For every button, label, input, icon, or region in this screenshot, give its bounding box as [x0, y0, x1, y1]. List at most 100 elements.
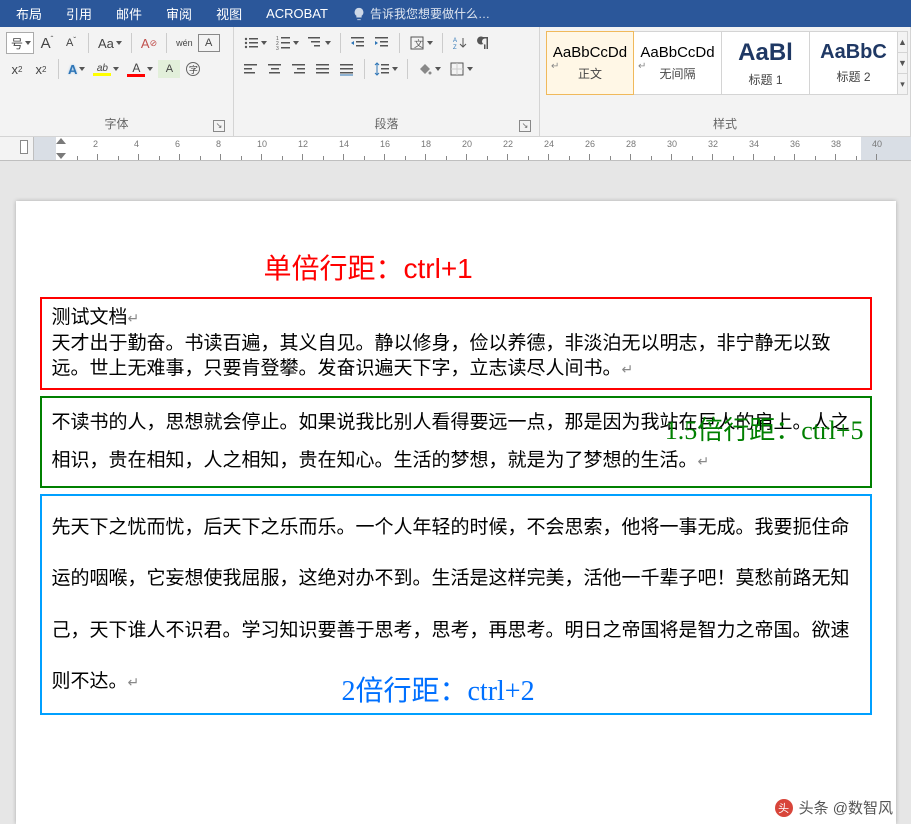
char-border-button[interactable]: A	[198, 34, 220, 52]
tab-acrobat[interactable]: ACROBAT	[254, 0, 340, 27]
credit-logo-icon: 头	[775, 799, 793, 817]
align-center-button[interactable]	[264, 58, 286, 80]
hanging-indent-marker[interactable]	[56, 153, 66, 159]
font-color-button[interactable]: A	[124, 58, 156, 80]
page[interactable]: 单倍行距：ctrl+1 测试文档↵ 天才出于勤奋。书读百遍，其义自见。静以修身，…	[16, 201, 896, 824]
dropdown-arrow-icon	[79, 67, 85, 71]
tab-mailings[interactable]: 邮件	[104, 0, 154, 27]
numbering-icon: 123	[275, 35, 291, 51]
style-sample: AaBbCcDd	[640, 44, 714, 61]
dialog-launcher-button[interactable]: ↘	[519, 120, 531, 132]
align-center-icon	[267, 61, 283, 77]
ruler: 246810121416182022242628303234363840	[0, 137, 911, 161]
gallery-more-button[interactable]: ▾	[898, 74, 907, 94]
styles-group: ↵ AaBbCcDd 正文 ↵ AaBbCcDd 无间隔 AaBl 标题 1 A…	[540, 27, 911, 136]
subscript-button[interactable]: x2	[30, 58, 52, 80]
numbering-button[interactable]: 123	[272, 32, 302, 54]
dropdown-arrow-icon	[325, 41, 331, 45]
callout-single-spacing: 单倍行距：ctrl+1	[264, 247, 473, 287]
line-spacing-icon	[374, 61, 390, 77]
align-distributed-button[interactable]	[336, 58, 358, 80]
svg-text:Z: Z	[453, 45, 457, 51]
tab-references[interactable]: 引用	[54, 0, 104, 27]
align-left-button[interactable]	[240, 58, 262, 80]
paragraph-1-5-spacing[interactable]: 1.5倍行距：ctrl+5 不读书的人，思想就会停止。如果说我比别人看得要远一点…	[40, 396, 872, 488]
tell-me-search[interactable]: 告诉我您想要做什么…	[340, 0, 502, 27]
dialog-launcher-button[interactable]: ↘	[213, 120, 225, 132]
horizontal-ruler[interactable]: 246810121416182022242628303234363840	[34, 137, 911, 160]
style-sample: AaBbC	[820, 41, 887, 64]
return-mark-icon: ↵	[128, 312, 140, 327]
outdent-icon	[350, 35, 366, 51]
svg-text:3: 3	[276, 46, 279, 51]
bullets-button[interactable]	[240, 32, 270, 54]
enclose-char-button[interactable]: 字	[182, 58, 204, 80]
style-normal[interactable]: ↵ AaBbCcDd 正文	[546, 31, 634, 95]
change-case-button[interactable]: Aa	[95, 32, 125, 54]
clear-formatting-button[interactable]: A⊘	[138, 32, 160, 54]
dropdown-arrow-icon	[293, 41, 299, 45]
lightbulb-icon	[352, 7, 366, 21]
phonetic-guide-button[interactable]: wén	[173, 32, 196, 54]
show-marks-button[interactable]	[473, 32, 495, 54]
style-heading2[interactable]: AaBbC 标题 2	[810, 31, 898, 95]
line-spacing-button[interactable]	[371, 58, 401, 80]
increase-indent-button[interactable]	[371, 32, 393, 54]
ribbon-tabs: 布局 引用 邮件 审阅 视图 ACROBAT 告诉我您想要做什么…	[0, 0, 911, 27]
styles-gallery: ↵ AaBbCcDd 正文 ↵ AaBbCcDd 无间隔 AaBl 标题 1 A…	[546, 31, 898, 95]
multilevel-icon	[307, 35, 323, 51]
paragraph-group: 123 文 AZ	[234, 27, 540, 136]
align-right-button[interactable]	[288, 58, 310, 80]
dropdown-arrow-icon	[261, 41, 267, 45]
sort-button[interactable]: AZ	[449, 32, 471, 54]
grow-font-button[interactable]: Aˆ	[36, 32, 58, 54]
dropdown-arrow-icon	[147, 67, 153, 71]
align-distributed-icon	[339, 61, 355, 77]
bullets-icon	[243, 35, 259, 51]
multilevel-list-button[interactable]	[304, 32, 334, 54]
align-right-icon	[291, 61, 307, 77]
highlight-button[interactable]: ab	[90, 58, 122, 80]
style-heading1[interactable]: AaBl 标题 1	[722, 31, 810, 95]
shrink-font-button[interactable]: Aˇ	[60, 32, 82, 54]
char-shading-button[interactable]: A	[158, 60, 180, 78]
gallery-up-button[interactable]: ▲	[898, 32, 907, 53]
tab-view[interactable]: 视图	[204, 0, 254, 27]
paragraph-double-spacing[interactable]: 先天下之忧而忧，后天下之乐而乐。一个人年轻的时候，不会思索，他将一事无成。我要扼…	[40, 494, 872, 715]
doc-text: 先天下之忧而忧，后天下之乐而乐。一个人年轻的时候，不会思索，他将一事无成。我要扼…	[52, 517, 850, 692]
tab-layout[interactable]: 布局	[4, 0, 54, 27]
text-effects-button[interactable]: A	[65, 58, 88, 80]
doc-text: 测试文档	[52, 307, 128, 328]
return-mark-icon: ↵	[698, 455, 710, 470]
ribbon: 号 Aˆ Aˇ Aa A⊘ wén A x2 x2 A	[0, 27, 911, 137]
style-name: 标题 1	[748, 71, 782, 88]
style-nospacing[interactable]: ↵ AaBbCcDd 无间隔	[634, 31, 722, 95]
align-justify-icon	[315, 61, 331, 77]
align-justify-button[interactable]	[312, 58, 334, 80]
borders-button[interactable]	[446, 58, 476, 80]
font-group: 号 Aˆ Aˇ Aa A⊘ wén A x2 x2 A	[0, 27, 234, 136]
asian-layout-button[interactable]: 文	[406, 32, 436, 54]
indent-icon	[374, 35, 390, 51]
credit-text: 头条 @数智风	[799, 797, 893, 818]
dropdown-arrow-icon	[25, 41, 31, 45]
gallery-scroll: ▲ ▼ ▾	[898, 31, 908, 95]
sort-icon: AZ	[452, 35, 468, 51]
style-name: 正文	[578, 65, 602, 82]
paragraph-group-label: 段落 ↘	[240, 113, 533, 134]
dropdown-arrow-icon	[467, 67, 473, 71]
font-size-combo[interactable]: 号	[6, 32, 34, 54]
return-mark-icon: ↵	[128, 676, 140, 691]
first-line-indent-marker[interactable]	[56, 138, 66, 144]
paint-bucket-icon	[417, 61, 433, 77]
dropdown-arrow-icon	[435, 67, 441, 71]
shading-button[interactable]	[414, 58, 444, 80]
gallery-down-button[interactable]: ▼	[898, 53, 907, 74]
paragraph-single-spacing[interactable]: 测试文档↵ 天才出于勤奋。书读百遍，其义自见。静以修身，俭以养德，非淡泊无以明志…	[40, 297, 872, 390]
tab-review[interactable]: 审阅	[154, 0, 204, 27]
decrease-indent-button[interactable]	[347, 32, 369, 54]
superscript-button[interactable]: x2	[6, 58, 28, 80]
tab-selector[interactable]	[20, 140, 28, 154]
doc-text: 天才出于勤奋。书读百遍，其义自见。静以修身，俭以养德，非淡泊无以明志，非宁静无以…	[52, 333, 831, 380]
align-left-icon	[243, 61, 259, 77]
